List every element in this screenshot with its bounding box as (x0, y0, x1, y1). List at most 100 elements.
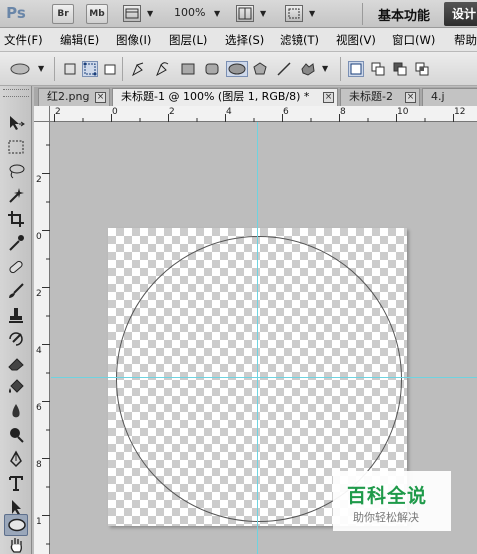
line-icon[interactable] (276, 61, 292, 77)
watermark-subtitle: 助你轻松解决 (353, 511, 419, 524)
tab-document-active[interactable]: 未标题-1 @ 100% (图层 1, RGB/8) * × (112, 88, 338, 106)
arrange-documents-icon[interactable] (236, 5, 254, 22)
vertical-guide[interactable] (257, 122, 258, 554)
tab-label: 红2.png (47, 90, 90, 103)
chevron-down-icon[interactable]: ▼ (309, 9, 315, 18)
blur-tool-icon[interactable] (4, 400, 28, 422)
rounded-rectangle-icon[interactable] (204, 61, 220, 77)
custom-shape-icon[interactable] (300, 61, 316, 77)
ruler-number: 0 (36, 232, 42, 242)
tab-label: 4.j (431, 90, 445, 103)
menu-filter[interactable]: 滤镜(T) (280, 32, 319, 48)
application-bar: Ps Br Mb ▼ 100% ▼ ▼ ▼ 基本功能 设计 (0, 0, 477, 28)
clone-stamp-icon[interactable] (4, 304, 28, 326)
crop-tool-icon[interactable] (4, 208, 28, 230)
chevron-down-icon[interactable]: ▼ (214, 9, 220, 18)
new-layer-icon[interactable] (348, 61, 364, 77)
watermark: 百科全说 助你轻松解决 (333, 471, 451, 531)
intersect-icon[interactable] (414, 61, 430, 77)
ruler-number: 0 (112, 107, 118, 117)
close-icon[interactable]: × (405, 92, 416, 103)
eyedropper-icon[interactable] (4, 232, 28, 254)
tab-label: 未标题-1 @ 100% (图层 1, RGB/8) * (121, 90, 310, 103)
menu-window[interactable]: 窗口(W) (392, 32, 435, 48)
healing-brush-icon[interactable] (4, 256, 28, 278)
close-icon[interactable]: × (323, 92, 334, 103)
polygon-icon[interactable] (252, 61, 268, 77)
marquee-tool-icon[interactable] (4, 136, 28, 158)
ruler-number: 4 (36, 346, 42, 356)
ruler-number: 1 (36, 517, 42, 527)
view-extras-icon[interactable] (123, 5, 141, 22)
horizontal-guide[interactable] (51, 377, 477, 378)
ruler-number: 4 (226, 107, 232, 117)
divider (54, 57, 55, 81)
screen-mode-icon[interactable] (285, 5, 303, 22)
menu-help[interactable]: 帮助 (454, 32, 477, 48)
watermark-title: 百科全说 (347, 485, 428, 507)
zoom-level[interactable]: 100% (174, 6, 205, 19)
divider (340, 57, 341, 81)
subtract-icon[interactable] (392, 61, 408, 77)
hand-tool-icon[interactable] (4, 534, 28, 554)
mini-bridge-button[interactable]: Mb (86, 4, 108, 24)
type-tool-icon[interactable] (4, 472, 28, 494)
menu-view[interactable]: 视图(V) (336, 32, 376, 48)
ruler-number: 10 (397, 107, 409, 117)
move-tool-icon[interactable] (4, 112, 28, 134)
divider (362, 3, 363, 25)
fill-pixels-icon[interactable] (102, 61, 118, 77)
menu-bar: 文件(F) 编辑(E) 图像(I) 图层(L) 选择(S) 滤镜(T) 视图(V… (0, 28, 477, 52)
ruler-number: 2 (169, 107, 175, 117)
ellipse-preset-icon[interactable] (10, 61, 34, 77)
tab-document[interactable]: 4.j (422, 88, 477, 106)
menu-select[interactable]: 选择(S) (225, 32, 264, 48)
menu-file[interactable]: 文件(F) (4, 32, 43, 48)
workspace-label[interactable]: 基本功能 (378, 5, 430, 24)
toolbox-grip[interactable] (3, 89, 29, 97)
design-workspace-button[interactable]: 设计 (444, 2, 477, 26)
pen-tool-icon[interactable] (4, 448, 28, 470)
paint-bucket-icon[interactable] (4, 376, 28, 398)
history-brush-icon[interactable] (4, 328, 28, 350)
lasso-tool-icon[interactable] (4, 160, 28, 182)
ruler-number: 8 (36, 460, 42, 470)
quick-select-icon[interactable] (4, 184, 28, 206)
pen-icon[interactable] (130, 61, 146, 77)
vertical-ruler[interactable]: 2 0 2 4 6 8 1 (34, 122, 50, 554)
chevron-down-icon[interactable]: ▼ (147, 9, 153, 18)
tab-document[interactable]: 未标题-2 × (340, 88, 420, 106)
menu-layer[interactable]: 图层(L) (169, 32, 207, 48)
ellipse-icon[interactable] (226, 61, 248, 77)
add-to-shape-icon[interactable] (370, 61, 386, 77)
document-tabs: 红2.png × 未标题-1 @ 100% (图层 1, RGB/8) * × … (34, 87, 477, 106)
rectangle-icon[interactable] (180, 61, 196, 77)
horizontal-ruler[interactable]: 2 0 2 4 6 8 10 12 (50, 106, 477, 122)
ruler-number: 6 (283, 107, 289, 117)
divider (122, 57, 123, 81)
tab-document[interactable]: 红2.png × (38, 88, 110, 106)
ruler-number: 8 (340, 107, 346, 117)
chevron-down-icon[interactable]: ▼ (260, 9, 266, 18)
menu-image[interactable]: 图像(I) (116, 32, 151, 48)
chevron-down-icon[interactable]: ▼ (322, 64, 328, 73)
ruler-corner[interactable] (34, 106, 50, 122)
ps-logo: Ps (6, 4, 26, 22)
ruler-number: 2 (36, 289, 42, 299)
freeform-pen-icon[interactable] (154, 61, 170, 77)
menu-edit[interactable]: 编辑(E) (60, 32, 99, 48)
close-icon[interactable]: × (95, 92, 106, 103)
ruler-number: 12 (454, 107, 466, 117)
paths-icon[interactable] (82, 61, 98, 77)
photoshop-window: Ps Br Mb ▼ 100% ▼ ▼ ▼ 基本功能 设计 文件(F) 编辑(E… (0, 0, 477, 554)
bridge-button[interactable]: Br (52, 4, 74, 24)
brush-tool-icon[interactable] (4, 280, 28, 302)
eraser-icon[interactable] (4, 352, 28, 374)
ruler-number: 2 (55, 107, 61, 117)
ellipse-tool-icon[interactable] (4, 514, 28, 536)
toolbox (0, 86, 32, 554)
tab-label: 未标题-2 (349, 90, 393, 103)
shape-layers-icon[interactable] (62, 61, 78, 77)
chevron-down-icon[interactable]: ▼ (38, 64, 44, 73)
dodge-tool-icon[interactable] (4, 424, 28, 446)
